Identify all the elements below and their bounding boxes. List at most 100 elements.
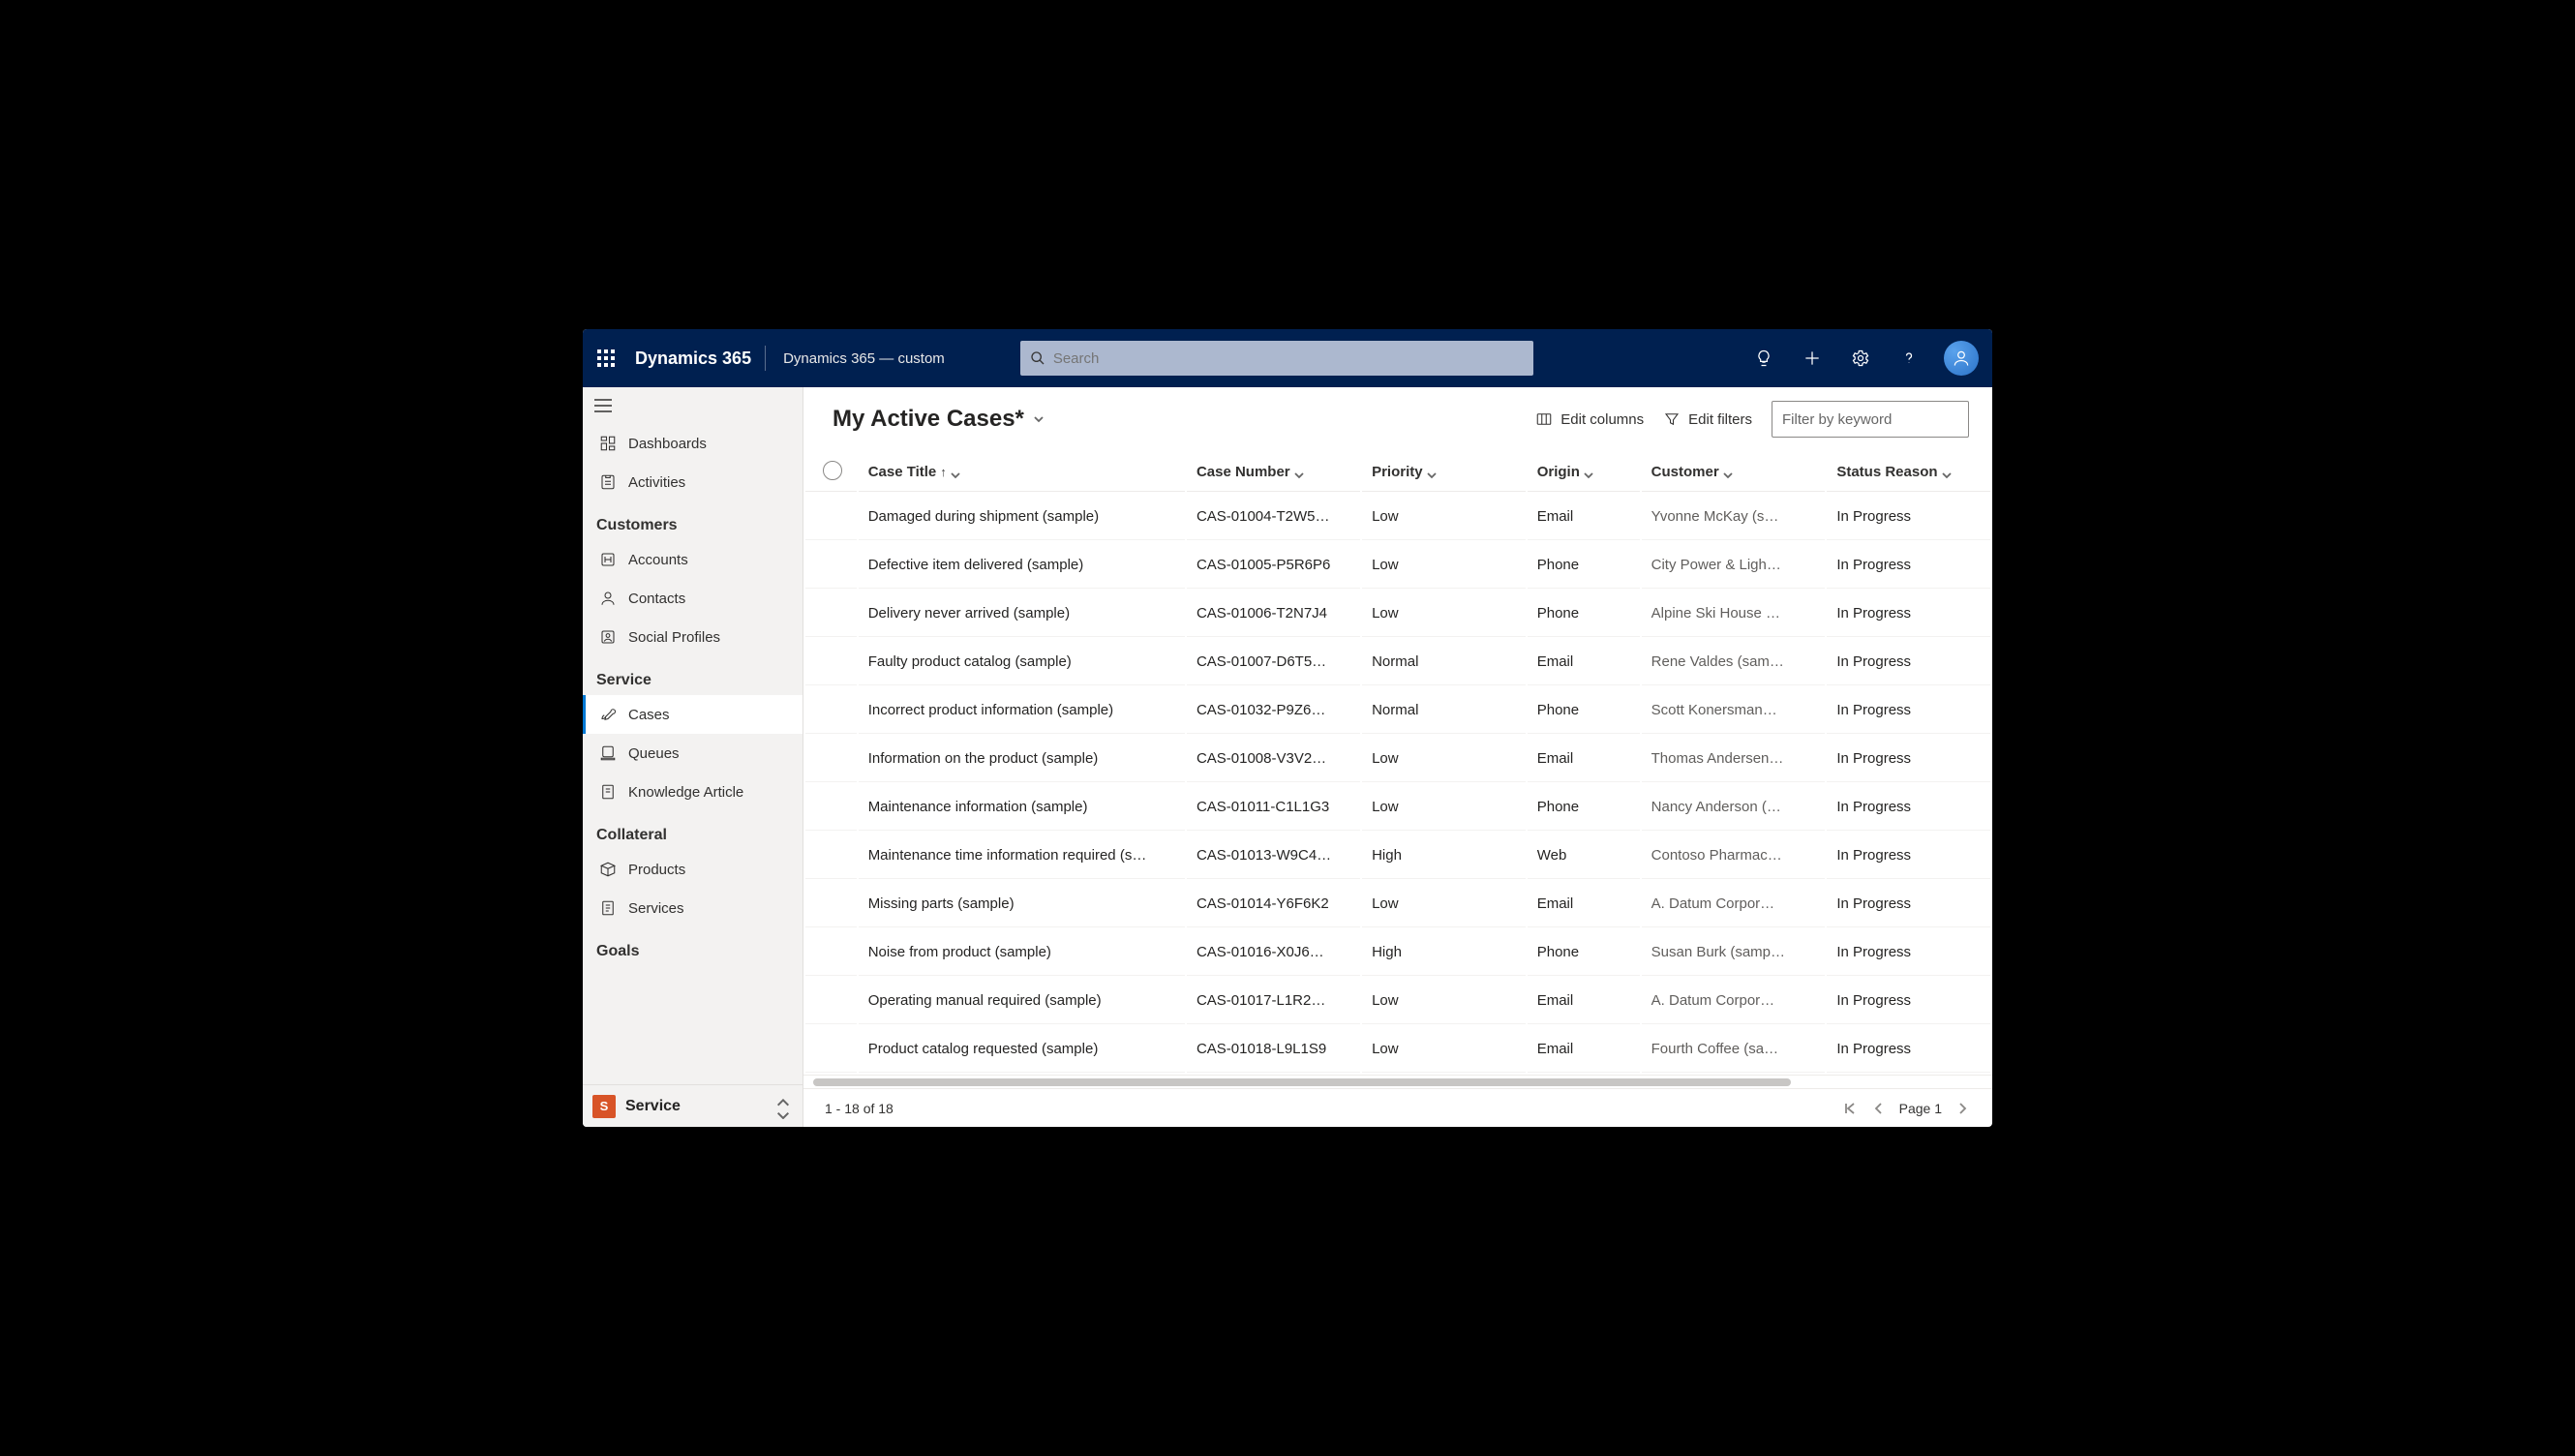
- sidebar-collapse-button[interactable]: [583, 387, 803, 424]
- cell-title[interactable]: Information on the product (sample): [859, 736, 1185, 782]
- column-header-status[interactable]: Status Reason: [1827, 453, 1990, 492]
- cell-customer[interactable]: Thomas Andersen…: [1642, 736, 1826, 782]
- select-all-checkbox[interactable]: [823, 461, 842, 480]
- cell-number: CAS-01004-T2W5…: [1187, 494, 1360, 540]
- sidebar-item-social-profiles[interactable]: Social Profiles: [583, 618, 803, 656]
- cell-customer[interactable]: A. Datum Corpor…: [1642, 978, 1826, 1024]
- cell-title[interactable]: Operating manual required (sample): [859, 978, 1185, 1024]
- sidebar-item-label: Services: [628, 900, 684, 917]
- sidebar-item-services[interactable]: Services: [583, 889, 803, 927]
- table-row[interactable]: Product catalog requested (sample)CAS-01…: [805, 1026, 1990, 1073]
- services-icon: [599, 899, 617, 917]
- table-row[interactable]: Maintenance time information required (s…: [805, 833, 1990, 879]
- app-switcher[interactable]: S Service: [583, 1084, 803, 1127]
- sidebar-item-products[interactable]: Products: [583, 850, 803, 889]
- cell-priority: Low: [1362, 494, 1526, 540]
- cell-number: CAS-01014-Y6F6K2: [1187, 881, 1360, 927]
- cell-title[interactable]: Missing parts (sample): [859, 881, 1185, 927]
- next-page-button[interactable]: [1954, 1100, 1971, 1117]
- knowledge-icon: [599, 783, 617, 801]
- cell-status: In Progress: [1827, 929, 1990, 976]
- cell-priority: Low: [1362, 736, 1526, 782]
- edit-columns-label: Edit columns: [1560, 411, 1644, 428]
- sidebar: DashboardsActivities CustomersAccountsCo…: [583, 387, 803, 1127]
- sidebar-item-label: Social Profiles: [628, 629, 720, 646]
- sidebar-item-contacts[interactable]: Contacts: [583, 579, 803, 618]
- cell-customer[interactable]: Fourth Coffee (sa…: [1642, 1026, 1826, 1073]
- view-selector[interactable]: My Active Cases*: [833, 406, 1045, 433]
- cell-title[interactable]: Product catalog requested (sample): [859, 1026, 1185, 1073]
- cell-customer[interactable]: Contoso Pharmac…: [1642, 833, 1826, 879]
- cell-origin: Phone: [1528, 929, 1640, 976]
- cell-title[interactable]: Maintenance time information required (s…: [859, 833, 1185, 879]
- prev-page-button[interactable]: [1870, 1100, 1888, 1117]
- cell-title[interactable]: Maintenance information (sample): [859, 784, 1185, 831]
- add-icon[interactable]: [1799, 345, 1826, 372]
- cell-priority: Low: [1362, 978, 1526, 1024]
- gear-icon[interactable]: [1847, 345, 1874, 372]
- cell-priority: Low: [1362, 784, 1526, 831]
- cell-title[interactable]: Damaged during shipment (sample): [859, 494, 1185, 540]
- cell-title[interactable]: Noise from product (sample): [859, 929, 1185, 976]
- app-launcher-icon[interactable]: [583, 349, 629, 367]
- cell-title[interactable]: Defective item delivered (sample): [859, 542, 1185, 589]
- cell-priority: High: [1362, 833, 1526, 879]
- horizontal-scrollbar[interactable]: [803, 1075, 1992, 1088]
- edit-filters-button[interactable]: Edit filters: [1663, 410, 1752, 428]
- sidebar-item-queues[interactable]: Queues: [583, 734, 803, 773]
- table-row[interactable]: Information on the product (sample)CAS-0…: [805, 736, 1990, 782]
- cell-origin: Email: [1528, 978, 1640, 1024]
- sidebar-item-dashboards[interactable]: Dashboards: [583, 424, 803, 463]
- cell-number: CAS-01032-P9Z6…: [1187, 687, 1360, 734]
- table-row[interactable]: Delivery never arrived (sample)CAS-01006…: [805, 591, 1990, 637]
- cell-title[interactable]: Faulty product catalog (sample): [859, 639, 1185, 685]
- table-row[interactable]: Noise from product (sample)CAS-01016-X0J…: [805, 929, 1990, 976]
- table-row[interactable]: Incorrect product information (sample)CA…: [805, 687, 1990, 734]
- table-row[interactable]: Defective item delivered (sample)CAS-010…: [805, 542, 1990, 589]
- cell-number: CAS-01013-W9C4…: [1187, 833, 1360, 879]
- cell-title[interactable]: Delivery never arrived (sample): [859, 591, 1185, 637]
- cell-title[interactable]: Incorrect product information (sample): [859, 687, 1185, 734]
- user-avatar[interactable]: [1944, 341, 1979, 376]
- chevron-up-down-icon: [775, 1099, 791, 1114]
- cell-customer[interactable]: A. Datum Corpor…: [1642, 881, 1826, 927]
- keyword-filter-input[interactable]: [1772, 401, 1969, 438]
- table-row[interactable]: Damaged during shipment (sample)CAS-0100…: [805, 494, 1990, 540]
- cell-status: In Progress: [1827, 494, 1990, 540]
- table-row[interactable]: Missing parts (sample)CAS-01014-Y6F6K2Lo…: [805, 881, 1990, 927]
- cell-priority: Normal: [1362, 687, 1526, 734]
- cell-status: In Progress: [1827, 542, 1990, 589]
- cell-customer[interactable]: Scott Konersman…: [1642, 687, 1826, 734]
- column-header-priority[interactable]: Priority: [1362, 453, 1526, 492]
- column-header-origin[interactable]: Origin: [1528, 453, 1640, 492]
- grid-footer: 1 - 18 of 18 Page 1: [803, 1088, 1992, 1127]
- cell-customer[interactable]: Nancy Anderson (…: [1642, 784, 1826, 831]
- edit-columns-button[interactable]: Edit columns: [1535, 410, 1644, 428]
- cell-customer[interactable]: Yvonne McKay (s…: [1642, 494, 1826, 540]
- grid-scroll-area[interactable]: Case Title↑Case NumberPriorityOriginCust…: [803, 451, 1992, 1075]
- column-header-customer[interactable]: Customer: [1642, 453, 1826, 492]
- table-row[interactable]: Operating manual required (sample)CAS-01…: [805, 978, 1990, 1024]
- sidebar-item-cases[interactable]: Cases: [583, 695, 803, 734]
- app-name[interactable]: Dynamics 365 — custom: [766, 350, 962, 367]
- help-icon[interactable]: [1895, 345, 1923, 372]
- lightbulb-icon[interactable]: [1750, 345, 1777, 372]
- first-page-button[interactable]: [1841, 1100, 1859, 1117]
- cell-customer[interactable]: Rene Valdes (sam…: [1642, 639, 1826, 685]
- cell-customer[interactable]: Susan Burk (samp…: [1642, 929, 1826, 976]
- cell-customer[interactable]: Alpine Ski House …: [1642, 591, 1826, 637]
- column-header-number[interactable]: Case Number: [1187, 453, 1360, 492]
- cell-origin: Email: [1528, 1026, 1640, 1073]
- table-row[interactable]: Faulty product catalog (sample)CAS-01007…: [805, 639, 1990, 685]
- sidebar-item-knowledge-article[interactable]: Knowledge Article: [583, 773, 803, 811]
- column-header-title[interactable]: Case Title↑: [859, 453, 1185, 492]
- chevron-down-icon: [1427, 468, 1437, 477]
- global-search-input[interactable]: [1053, 350, 1524, 367]
- sidebar-item-activities[interactable]: Activities: [583, 463, 803, 501]
- sidebar-item-accounts[interactable]: Accounts: [583, 540, 803, 579]
- cell-customer[interactable]: City Power & Ligh…: [1642, 542, 1826, 589]
- brand-name[interactable]: Dynamics 365: [629, 349, 765, 369]
- global-search[interactable]: [1020, 341, 1533, 376]
- table-row[interactable]: Maintenance information (sample)CAS-0101…: [805, 784, 1990, 831]
- sidebar-group-service: Service: [583, 656, 803, 695]
